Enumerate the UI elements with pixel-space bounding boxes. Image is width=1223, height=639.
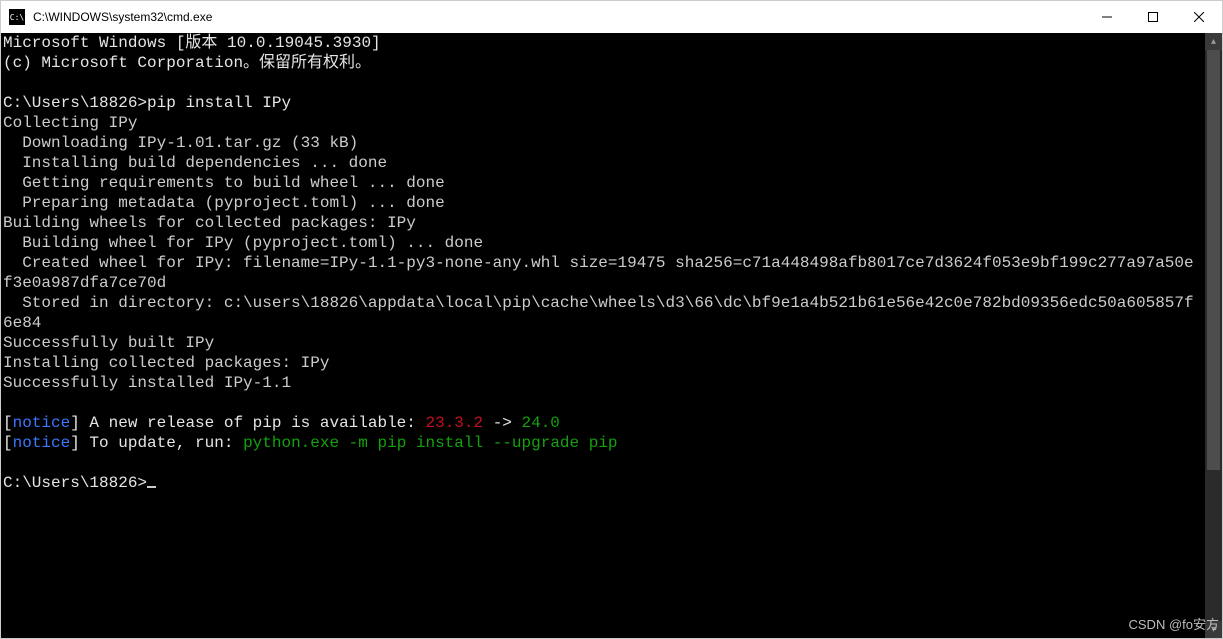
output-line: Downloading IPy-1.01.tar.gz (33 kB) xyxy=(3,134,358,152)
output-line: Successfully installed IPy-1.1 xyxy=(3,374,291,392)
output-line: Building wheel for IPy (pyproject.toml) … xyxy=(3,234,483,252)
notice-text: To update, run: xyxy=(80,434,243,452)
old-version: 23.3.2 xyxy=(425,414,483,432)
notice-bracket: ] xyxy=(70,414,80,432)
output-line: Getting requirements to build wheel ... … xyxy=(3,174,445,192)
os-banner: Microsoft Windows [版本 10.0.19045.3930] xyxy=(3,34,381,52)
output-line: Created wheel for IPy: filename=IPy-1.1-… xyxy=(3,254,1194,292)
command-text: pip install IPy xyxy=(147,94,291,112)
upgrade-command: python.exe -m pip install --upgrade pip xyxy=(243,434,617,452)
output-line: Preparing metadata (pyproject.toml) ... … xyxy=(3,194,445,212)
cursor-icon xyxy=(147,486,156,488)
titlebar[interactable]: C:\ C:\WINDOWS\system32\cmd.exe xyxy=(1,1,1222,33)
close-button[interactable] xyxy=(1176,1,1222,33)
window-controls xyxy=(1084,1,1222,33)
terminal-area: Microsoft Windows [版本 10.0.19045.3930] (… xyxy=(1,33,1222,638)
output-line: Collecting IPy xyxy=(3,114,137,132)
output-line: Building wheels for collected packages: … xyxy=(3,214,416,232)
terminal-output[interactable]: Microsoft Windows [版本 10.0.19045.3930] (… xyxy=(1,33,1205,638)
output-line: Stored in directory: c:\users\18826\appd… xyxy=(3,294,1194,332)
maximize-button[interactable] xyxy=(1130,1,1176,33)
output-line: Installing collected packages: IPy xyxy=(3,354,329,372)
minimize-button[interactable] xyxy=(1084,1,1130,33)
cmd-icon: C:\ xyxy=(9,9,25,25)
notice-bracket: [ xyxy=(3,414,13,432)
arrow-text: -> xyxy=(483,414,521,432)
notice-bracket: [ xyxy=(3,434,13,452)
vertical-scrollbar[interactable]: ▴ ▾ xyxy=(1205,33,1222,638)
scrollbar-thumb[interactable] xyxy=(1207,50,1220,470)
copyright-line: (c) Microsoft Corporation。保留所有权利。 xyxy=(3,54,371,72)
output-line: Installing build dependencies ... done xyxy=(3,154,387,172)
prompt: C:\Users\18826> xyxy=(3,94,147,112)
notice-tag: notice xyxy=(13,414,71,432)
new-version: 24.0 xyxy=(522,414,560,432)
prompt: C:\Users\18826> xyxy=(3,474,147,492)
cmd-window: C:\ C:\WINDOWS\system32\cmd.exe Microsof… xyxy=(0,0,1223,639)
scroll-up-icon[interactable]: ▴ xyxy=(1205,33,1222,50)
notice-bracket: ] xyxy=(70,434,80,452)
scroll-down-icon[interactable]: ▾ xyxy=(1205,621,1222,638)
notice-text: A new release of pip is available: xyxy=(80,414,426,432)
window-title: C:\WINDOWS\system32\cmd.exe xyxy=(33,10,1084,24)
notice-tag: notice xyxy=(13,434,71,452)
output-line: Successfully built IPy xyxy=(3,334,214,352)
